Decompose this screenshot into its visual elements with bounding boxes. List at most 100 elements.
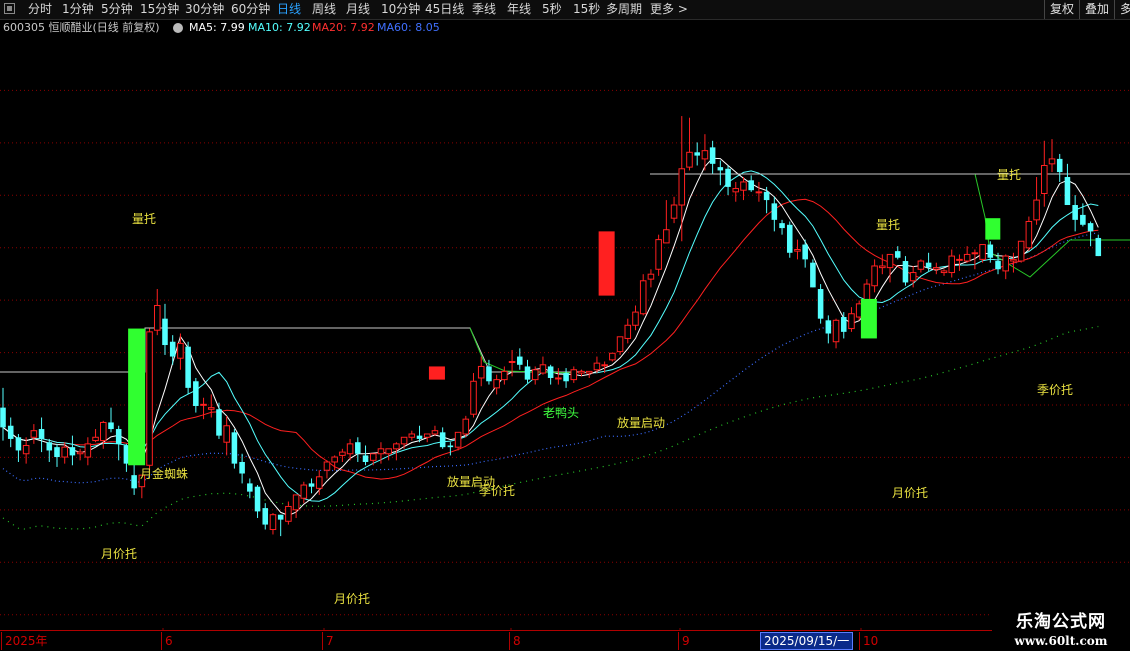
candle-body [493, 379, 500, 389]
candle-body [292, 494, 300, 511]
candle-body [277, 514, 284, 520]
candle-body [323, 461, 331, 471]
candle-body [987, 244, 994, 258]
candle-body [655, 239, 662, 270]
candle-body [709, 147, 716, 164]
settings-gear-icon[interactable] [173, 23, 183, 33]
candle-body [486, 366, 492, 382]
support-line-1b [469, 327, 576, 374]
candle-body [362, 455, 369, 462]
period-tab-0[interactable]: 分时 [28, 1, 52, 18]
candle-body [223, 425, 230, 443]
candle-body [185, 346, 191, 388]
candle-body [439, 432, 446, 448]
toolbar-btn-0[interactable]: 复权 [1044, 0, 1074, 19]
period-tab-6[interactable]: 日线 [277, 1, 301, 18]
candle-body [894, 251, 901, 258]
candle-body [601, 364, 608, 367]
candle-body [285, 505, 292, 522]
candle-body [262, 508, 269, 525]
candle-body [331, 456, 338, 463]
candle-body [0, 407, 6, 428]
candle-body [131, 475, 137, 489]
candle-body [1080, 214, 1086, 225]
period-tab-4[interactable]: 30分钟 [185, 1, 224, 18]
candle-body [1056, 158, 1063, 173]
period-tab-10[interactable]: 45日线 [425, 1, 464, 18]
ma-long-line [2, 325, 1099, 530]
candle-body [879, 265, 886, 269]
candle-body [447, 445, 454, 448]
candle-body [385, 448, 392, 455]
candle-body [247, 483, 253, 492]
candle-body [902, 261, 909, 283]
candle-body [92, 436, 99, 442]
candle-body [825, 320, 832, 334]
candle-body [763, 191, 770, 201]
candle-body [431, 430, 439, 435]
toolbar-btn-1[interactable]: 叠加 [1079, 0, 1109, 19]
candle-body [840, 317, 847, 332]
candle-body [524, 366, 531, 380]
period-tab-5[interactable]: 60分钟 [231, 1, 270, 18]
candle-body [740, 181, 747, 191]
period-tab-8[interactable]: 月线 [346, 1, 370, 18]
candle-body [69, 447, 76, 456]
candle-body [1087, 223, 1094, 232]
candle-body [717, 167, 724, 171]
period-tab-12[interactable]: 年线 [507, 1, 531, 18]
candle-body [162, 318, 168, 346]
period-tab-9[interactable]: 10分钟 [381, 1, 420, 18]
watermark-title: 乐淘公式网 [1016, 612, 1106, 632]
candle-body [1010, 258, 1017, 262]
chart-annotation-5: 月价托 [892, 486, 928, 500]
candle-body [786, 224, 793, 253]
x-month-4: 9 [678, 632, 690, 650]
menu-icon[interactable] [4, 3, 15, 14]
period-tab-14[interactable]: 15秒 [573, 1, 600, 18]
indicator-info-bar: 600305 恒顺醋业(日线 前复权) MA5: 7.99 MA10: 7.92… [0, 20, 1130, 36]
chart-annotation-1: 量托 [876, 218, 900, 232]
candle-body [416, 435, 423, 439]
candle-body [940, 270, 948, 274]
candle-body [886, 253, 894, 269]
ma20-label: MA20: 7.92 [312, 21, 375, 34]
period-tab-11[interactable]: 季线 [472, 1, 496, 18]
period-tab-1[interactable]: 1分钟 [62, 1, 94, 18]
candle-body [616, 336, 624, 353]
period-tab-13[interactable]: 5秒 [542, 1, 562, 18]
candle-body [563, 373, 569, 382]
candle-body [1041, 164, 1048, 194]
candle-body [701, 150, 709, 160]
candle-body [647, 273, 655, 280]
toolbar-btn-2[interactable]: 多 [1114, 0, 1130, 19]
signal-candle-red [428, 366, 445, 380]
candle-body [686, 151, 693, 168]
date-axis: 10 9 8 7 6 2025年 2025/09/15/一 [0, 630, 1130, 651]
period-tab-7[interactable]: 周线 [312, 1, 336, 18]
candle-body [15, 437, 22, 451]
candle-body [216, 409, 222, 436]
candle-body [925, 262, 932, 268]
candle-body [22, 445, 30, 455]
candle-body [1095, 237, 1102, 257]
period-tab-3[interactable]: 15分钟 [140, 1, 179, 18]
candle-body [339, 451, 346, 456]
signal-candle-green [860, 298, 877, 339]
candle-body [663, 229, 670, 244]
signal-candle-red [598, 231, 615, 296]
period-tab-15[interactable]: 多周期 [606, 1, 642, 18]
candle-body [1017, 240, 1025, 262]
candle-body [539, 364, 547, 374]
chart-annotation-0: 量托 [132, 212, 156, 226]
period-tab-2[interactable]: 5分钟 [101, 1, 133, 18]
candle-body [400, 436, 408, 445]
candle-body [963, 253, 971, 262]
candlestick-chart[interactable]: 量托 量托量托月价托月价托月价托月金蜘蛛季价托季价托放量启动放量启动老鸭头 [0, 37, 1130, 630]
signal-candle-green [128, 328, 146, 466]
x-month-5: 10 [858, 632, 879, 650]
candle-body [200, 403, 207, 406]
candle-body [355, 442, 361, 454]
candle-body [308, 483, 315, 487]
period-tab-16[interactable]: 更多 > [650, 1, 688, 18]
